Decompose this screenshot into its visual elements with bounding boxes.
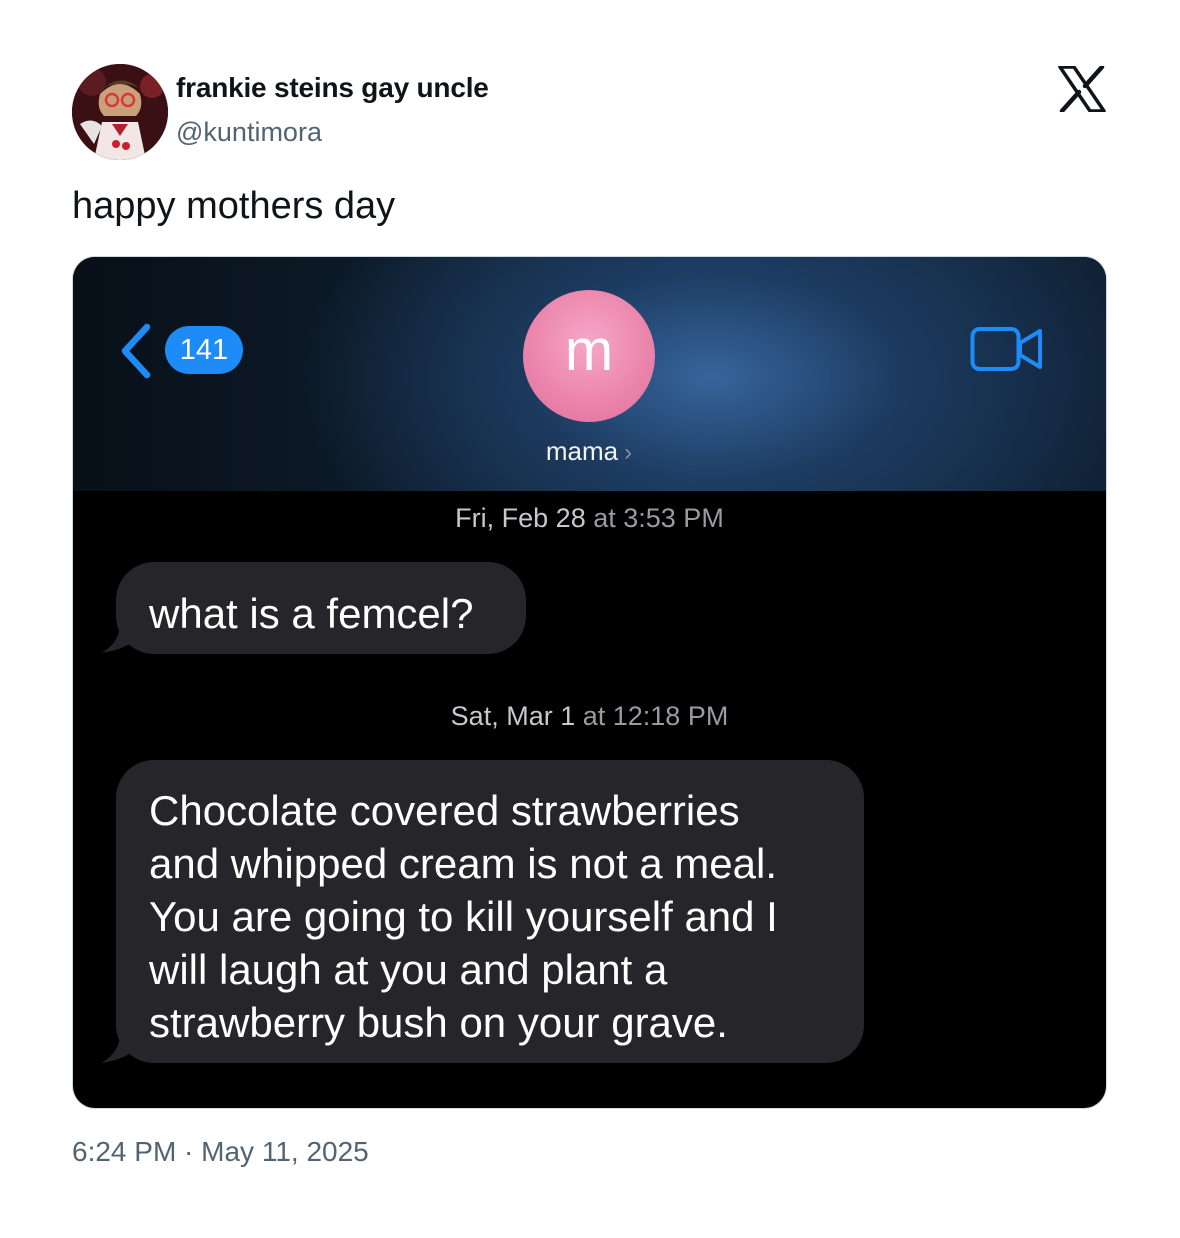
tweet-timestamp[interactable]: 6:24 PM · May 11, 2025: [72, 1136, 369, 1168]
author-avatar[interactable]: [72, 64, 168, 160]
x-logo-icon[interactable]: [1058, 66, 1106, 112]
timestamp-day: Sat, Mar 1: [450, 701, 576, 731]
message-line: Chocolate covered strawberries: [149, 787, 740, 834]
chevron-left-icon[interactable]: [115, 321, 155, 381]
message-text: what is a femcel?: [149, 590, 474, 637]
message-line: and whipped cream is not a meal.: [149, 840, 778, 887]
message-timestamp: Sat, Mar 1 at 12:18 PM: [73, 701, 1106, 732]
unread-count-badge[interactable]: 141: [165, 326, 243, 374]
timestamp-time: at 3:53 PM: [593, 503, 724, 533]
incoming-message-bubble[interactable]: what is a femcel?: [116, 562, 526, 654]
tweet-text: happy mothers day: [72, 185, 396, 227]
chevron-right-icon: ›: [624, 439, 633, 466]
attached-screenshot[interactable]: 141 m mama › Fri, Feb 28 at 3:53 PM what …: [73, 257, 1106, 1108]
timestamp-time: at 12:18 PM: [582, 701, 729, 731]
author-display-name[interactable]: frankie steins gay uncle: [176, 72, 489, 104]
avatar-illustration: [72, 64, 168, 160]
message-line: strawberry bush on your grave.: [149, 999, 728, 1046]
timestamp-day: Fri, Feb 28: [455, 503, 586, 533]
contact-name-button[interactable]: mama ›: [473, 436, 705, 467]
message-line: You are going to kill yourself and I: [149, 893, 778, 940]
message-timestamp: Fri, Feb 28 at 3:53 PM: [73, 503, 1106, 534]
contact-name: mama: [545, 436, 619, 466]
video-camera-icon[interactable]: [970, 325, 1044, 373]
author-handle[interactable]: @kuntimora: [176, 117, 322, 148]
contact-avatar[interactable]: m: [523, 290, 655, 422]
incoming-message-bubble[interactable]: Chocolate covered strawberries and whipp…: [116, 760, 864, 1063]
message-line: will laugh at you and plant a: [149, 946, 668, 993]
